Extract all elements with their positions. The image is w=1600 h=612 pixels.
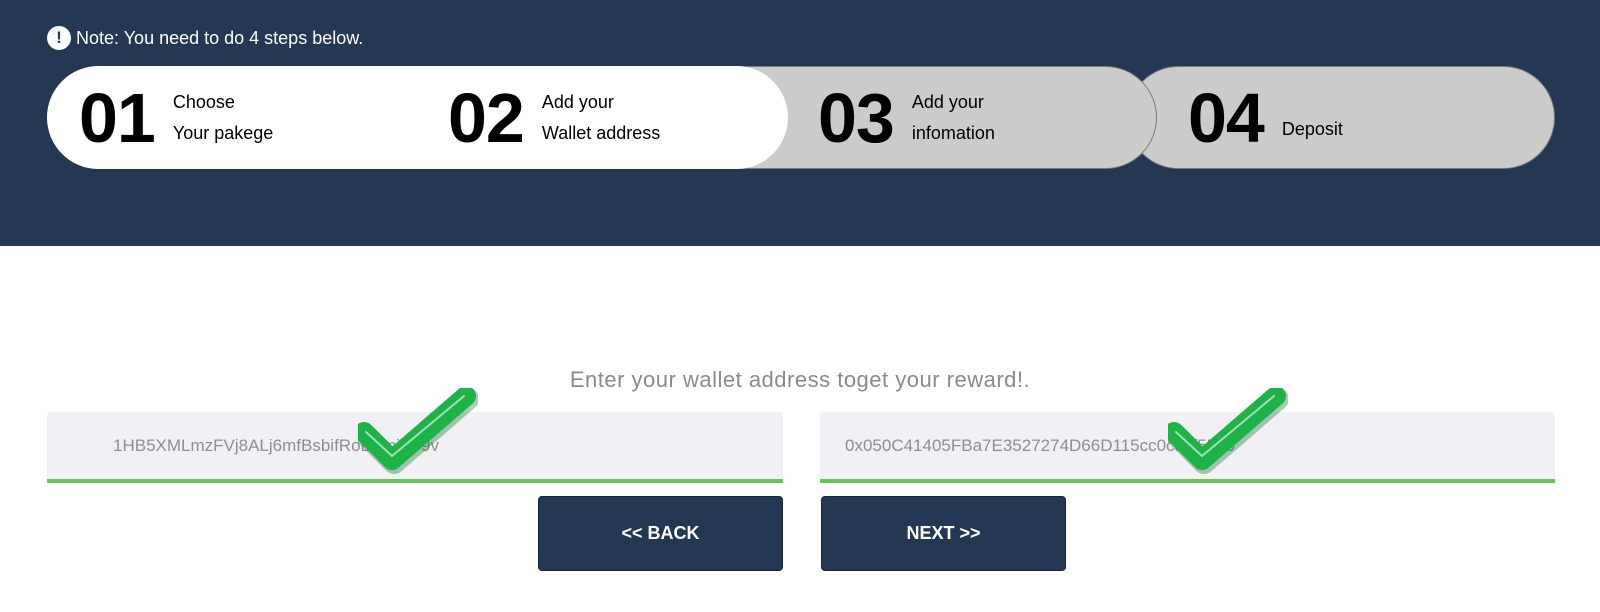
step-2-label-line1: Add your bbox=[541, 91, 614, 112]
next-button[interactable]: NEXT >> bbox=[821, 496, 1066, 571]
step-2-number: 02 bbox=[448, 78, 525, 157]
checkmark-icon bbox=[358, 388, 478, 474]
step-progress: 04 Deposit 03 Add your infomation 01 Cho… bbox=[47, 66, 1555, 169]
note-text: Note: You need to do 4 steps below. bbox=[76, 27, 364, 48]
step-1: 01 Choose Your pakege bbox=[79, 83, 448, 153]
back-button[interactable]: << BACK bbox=[538, 496, 783, 571]
step-3-label-line1: Add your bbox=[911, 91, 984, 112]
step-1-number: 01 bbox=[79, 78, 156, 157]
step-3-number: 03 bbox=[818, 78, 895, 157]
form-prompt: Enter your wallet address toget your rew… bbox=[569, 367, 1031, 392]
step-4-label: Deposit bbox=[1281, 119, 1343, 139]
step-4-number: 04 bbox=[1188, 78, 1265, 157]
note: ! Note: You need to do 4 steps below. bbox=[47, 26, 363, 50]
header-banner: ! Note: You need to do 4 steps below. 04… bbox=[0, 0, 1600, 246]
step-1-label-line1: Choose bbox=[172, 91, 235, 112]
step-2-label-line2: Wallet address bbox=[541, 122, 661, 143]
step-1-2-completed: 01 Choose Your pakege 02 Add your Wallet… bbox=[47, 66, 788, 169]
step-2: 02 Add your Wallet address bbox=[448, 83, 660, 153]
step-4: 04 Deposit bbox=[1127, 66, 1555, 169]
checkmark-icon bbox=[1168, 388, 1288, 474]
step-1-label-line2: Your pakege bbox=[172, 122, 274, 143]
exclamation-circle-icon: ! bbox=[47, 26, 71, 50]
step-3-label-line2: infomation bbox=[911, 122, 995, 143]
